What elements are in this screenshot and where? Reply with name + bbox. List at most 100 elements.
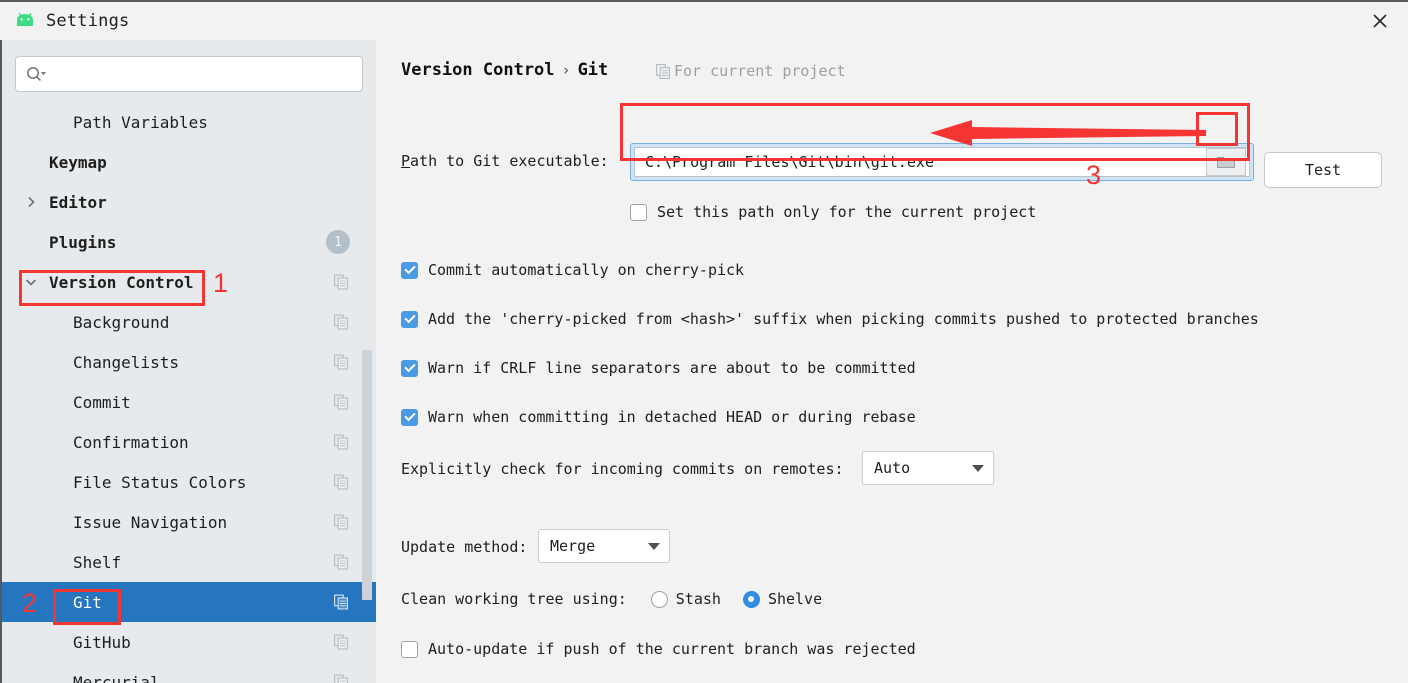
auto-update-checkbox[interactable] [401, 640, 418, 658]
folder-icon[interactable] [1206, 148, 1246, 176]
stash-radio[interactable] [650, 590, 668, 608]
set-path-only-label: Set this path only for the current proje… [657, 203, 1037, 221]
sidebar-item-label: Issue Navigation [73, 512, 228, 532]
breadcrumb-current: Git [577, 60, 609, 80]
commit-automatically-label: Commit automatically on cherry-pick [428, 261, 745, 279]
copy-icon [656, 63, 670, 79]
chevron-down-icon [648, 542, 660, 550]
update-method-label: Update method: [401, 538, 527, 556]
sidebar-item-keymap[interactable]: Keymap [2, 142, 376, 182]
settings-dialog: Settings Path Variables Keymap Editor Plugi… [0, 0, 1408, 683]
path-label-rest: ath to Git executable: [410, 152, 609, 170]
incoming-commits-label: Explicitly check for incoming commits on… [401, 460, 844, 478]
stash-label: Stash [675, 590, 721, 608]
close-icon[interactable] [1352, 2, 1408, 40]
breadcrumb: Version Control › Git [401, 60, 608, 80]
warn-crlf-label: Warn if CRLF line separators are about t… [428, 359, 916, 377]
sidebar-item-label: GitHub [73, 632, 131, 652]
copy-icon[interactable] [334, 314, 348, 330]
copy-icon[interactable] [334, 554, 348, 570]
android-icon [12, 11, 38, 31]
path-label-mnemonic: P [401, 152, 411, 170]
sidebar-scrollbar[interactable] [362, 350, 372, 600]
chevron-down-icon[interactable] [22, 273, 40, 291]
search-box[interactable] [15, 56, 363, 92]
sidebar-item-label: Git [73, 592, 102, 612]
breadcrumb-parent[interactable]: Version Control [401, 60, 555, 80]
commit-automatically-checkbox[interactable] [401, 261, 418, 279]
copy-icon[interactable] [334, 354, 348, 370]
incoming-commits-select[interactable]: Auto [862, 451, 994, 485]
incoming-commits-value: Auto [874, 459, 911, 477]
settings-sidebar: Path Variables Keymap Editor Plugins 1 Versio… [0, 40, 376, 683]
cherry-picked-suffix-label: Add the 'cherry-picked from <hash>' suff… [428, 310, 1259, 328]
warn-detached-head-label: Warn when committing in detached HEAD or… [428, 408, 916, 426]
sidebar-item-shelf[interactable]: Shelf [2, 542, 376, 582]
search-icon [26, 66, 48, 82]
sidebar-item-label: File Status Colors [73, 472, 247, 492]
update-method-select[interactable]: Merge [538, 529, 670, 563]
sidebar-item-background[interactable]: Background [2, 302, 376, 342]
copy-icon[interactable] [334, 594, 348, 610]
sidebar-item-github[interactable]: GitHub [2, 622, 376, 662]
path-field-focus-ring [630, 143, 1254, 181]
scope-note: For current project [656, 62, 846, 80]
copy-icon[interactable] [334, 274, 348, 290]
sidebar-item-mercurial[interactable]: Mercurial [2, 662, 376, 683]
sidebar-item-editor[interactable]: Editor [2, 182, 376, 222]
set-path-only-checkbox[interactable] [630, 203, 647, 221]
warn-crlf-checkbox[interactable] [401, 359, 418, 377]
sidebar-item-label: Background [73, 312, 170, 332]
copy-icon[interactable] [334, 674, 348, 683]
sidebar-item-commit[interactable]: Commit [2, 382, 376, 422]
sidebar-item-label: Editor [49, 192, 107, 212]
checkbox-row-0: Commit automatically on cherry-pick [401, 261, 744, 279]
shelve-label: Shelve [767, 590, 823, 608]
copy-icon[interactable] [334, 514, 348, 530]
title-bar: Settings [0, 0, 1408, 40]
sidebar-item-label: Changelists [73, 352, 179, 372]
copy-icon[interactable] [334, 474, 348, 490]
copy-icon[interactable] [334, 634, 348, 650]
warn-detached-head-checkbox[interactable] [401, 408, 418, 426]
search-input[interactable] [48, 58, 362, 90]
cherry-picked-suffix-checkbox[interactable] [401, 310, 418, 328]
sidebar-item-badge: 1 [326, 230, 350, 254]
sidebar-item-file-status-colors[interactable]: File Status Colors [2, 462, 376, 502]
sidebar-item-label: Commit [73, 392, 131, 412]
sidebar-item-label: Keymap [49, 152, 107, 172]
set-path-only-row: Set this path only for the current proje… [630, 203, 1036, 221]
copy-icon[interactable] [334, 434, 348, 450]
settings-tree: Path Variables Keymap Editor Plugins 1 Versio… [2, 102, 376, 683]
sidebar-item-issue-navigation[interactable]: Issue Navigation [2, 502, 376, 542]
test-button[interactable]: Test [1264, 152, 1382, 188]
sidebar-item-confirmation[interactable]: Confirmation [2, 422, 376, 462]
sidebar-item-git[interactable]: Git [2, 582, 376, 622]
auto-update-label: Auto-update if push of the current branc… [428, 640, 916, 658]
sidebar-item-label: Plugins [49, 232, 117, 252]
sidebar-item-changelists[interactable]: Changelists [2, 342, 376, 382]
breadcrumb-separator: › [561, 61, 571, 79]
window-title: Settings [46, 11, 130, 31]
sidebar-item-plugins[interactable]: Plugins 1 [2, 222, 376, 262]
sidebar-item-label: Mercurial [73, 672, 160, 683]
copy-icon[interactable] [334, 394, 348, 410]
shelve-radio[interactable] [742, 590, 760, 608]
scope-note-label: For current project [674, 62, 846, 80]
git-executable-path-input[interactable] [635, 152, 1206, 172]
checkbox-row-2: Warn if CRLF line separators are about t… [401, 359, 916, 377]
settings-main-panel: Version Control › Git For current projec… [376, 40, 1408, 683]
sidebar-item-label: Confirmation [73, 432, 189, 452]
clean-working-tree-label: Clean working tree using: [401, 590, 627, 608]
clean-working-tree-row: Clean working tree using: Stash Shelve [401, 590, 822, 608]
sidebar-item-label: Shelf [73, 552, 122, 572]
auto-update-row: Auto-update if push of the current branc… [401, 640, 916, 658]
sidebar-item-path-variables[interactable]: Path Variables [2, 102, 376, 142]
path-field[interactable] [634, 147, 1250, 177]
checkbox-row-3: Warn when committing in detached HEAD or… [401, 408, 916, 426]
path-to-git-label: Path to Git executable: [401, 152, 609, 170]
incoming-commits-label-text: Explicitly check for incoming commits on… [401, 460, 844, 478]
sidebar-item-version-control[interactable]: Version Control [2, 262, 376, 302]
chevron-right-icon[interactable] [22, 193, 40, 211]
chevron-down-icon [972, 464, 984, 472]
